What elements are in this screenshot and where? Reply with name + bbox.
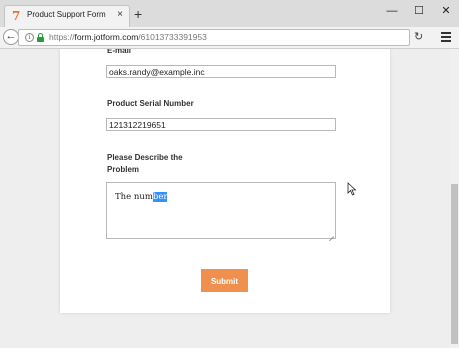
reload-icon[interactable]: ↻	[414, 30, 423, 44]
url-domain: form.jotform.com	[74, 32, 139, 42]
serial-number-field[interactable]: 121312219651	[106, 118, 336, 131]
close-window-button[interactable]: ✕	[436, 4, 456, 18]
browser-tab[interactable]: 7 Product Support Form ×	[4, 5, 130, 27]
tab-title: Product Support Form	[27, 10, 106, 19]
maximize-button[interactable]: ☐	[409, 4, 429, 18]
problem-text-selected: ber	[152, 192, 168, 202]
url-prefix: https://	[49, 32, 75, 42]
back-button[interactable]: ←	[3, 29, 19, 45]
address-bar[interactable]: i https://form.jotform.com/6101373339195…	[18, 29, 410, 46]
email-field[interactable]: oaks.randy@example.inc	[106, 65, 336, 78]
tab-close-icon[interactable]: ×	[117, 9, 123, 20]
problem-text: The number	[115, 192, 168, 202]
new-tab-button[interactable]: +	[134, 7, 142, 21]
problem-textarea[interactable]: The number	[106, 182, 336, 242]
navigation-bar: ← i https://form.jotform.com/61013733391…	[0, 27, 459, 49]
jotform-favicon-icon: 7	[12, 9, 21, 23]
resize-grip-icon[interactable]	[328, 231, 334, 242]
info-icon[interactable]: i	[25, 33, 34, 42]
scrollbar[interactable]	[450, 49, 459, 348]
url-text: https://form.jotform.com/61013733391953	[49, 32, 207, 42]
problem-label-line1: Please Describe the	[107, 153, 183, 162]
menu-icon[interactable]	[441, 32, 451, 42]
minimize-button[interactable]: —	[382, 4, 402, 18]
page-content: E-mail oaks.randy@example.inc Product Se…	[0, 49, 459, 348]
problem-text-plain: The num	[115, 192, 153, 202]
form-card: E-mail oaks.randy@example.inc Product Se…	[60, 49, 390, 313]
title-bar: 7 Product Support Form × + — ☐ ✕	[0, 0, 459, 27]
problem-label-line2: Problem	[107, 165, 140, 174]
submit-button[interactable]: Submit	[201, 269, 248, 292]
scrollbar-thumb[interactable]	[451, 184, 458, 344]
email-label: E-mail	[107, 49, 132, 55]
url-path: /61013733391953	[138, 32, 207, 42]
mouse-cursor-icon	[347, 182, 357, 196]
lock-icon[interactable]	[37, 33, 44, 42]
serial-label: Product Serial Number	[107, 99, 194, 108]
